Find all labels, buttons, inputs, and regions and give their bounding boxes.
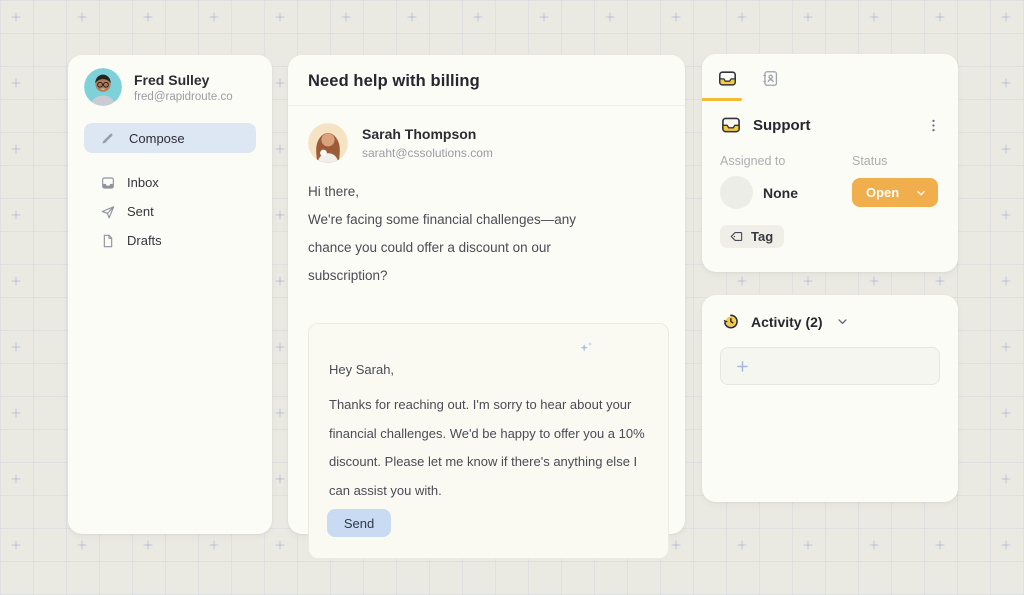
- assigned-value: None: [763, 185, 798, 201]
- mail-folders: Inbox Sent Drafts: [84, 168, 256, 255]
- sidebar-item-drafts[interactable]: Drafts: [84, 226, 256, 255]
- sender-avatar: [308, 123, 348, 163]
- status-label: Status: [852, 154, 940, 168]
- tab-contacts[interactable]: [761, 69, 780, 88]
- user-email: fred@rapidroute.co: [134, 91, 233, 103]
- sender-meta: Sarah Thompson saraht@cssolutions.com: [362, 126, 493, 160]
- tag-label: Tag: [751, 229, 773, 244]
- support-tray-icon: [720, 114, 742, 136]
- activity-panel: Activity (2): [702, 295, 958, 502]
- message-body: We're facing some financial challenges—a…: [308, 206, 622, 290]
- mail-sidebar: Fred Sulley fred@rapidroute.co Compose I…: [68, 55, 272, 534]
- status-field: Status Open: [852, 154, 940, 209]
- app-canvas: Fred Sulley fred@rapidroute.co Compose I…: [0, 0, 1024, 595]
- unassigned-avatar: [720, 176, 753, 209]
- activity-title: Activity (2): [751, 314, 823, 330]
- reply-body: Thanks for reaching out. I'm sorry to he…: [329, 391, 648, 505]
- plus-icon: [734, 358, 751, 375]
- tag-icon: [729, 229, 744, 244]
- compose-label: Compose: [129, 131, 185, 146]
- user-profile: Fred Sulley fred@rapidroute.co: [84, 68, 256, 106]
- compose-button[interactable]: Compose: [84, 123, 256, 153]
- user-name: Fred Sulley: [134, 72, 233, 88]
- sidebar-item-label: Inbox: [127, 175, 159, 190]
- message-greeting: Hi there,: [308, 178, 665, 206]
- chevron-down-icon[interactable]: [835, 314, 850, 329]
- sender-email: saraht@cssolutions.com: [362, 146, 493, 160]
- ticket-fields: Assigned to None Status Open: [702, 136, 958, 209]
- sidebar-item-inbox[interactable]: Inbox: [84, 168, 256, 197]
- assigned-label: Assigned to: [720, 154, 852, 168]
- user-avatar: [84, 68, 122, 106]
- sender-name: Sarah Thompson: [362, 126, 493, 142]
- activity-header[interactable]: Activity (2): [720, 311, 940, 332]
- inbox-icon: [100, 175, 116, 191]
- reply-greeting: Hey Sarah,: [329, 356, 648, 384]
- status-value: Open: [866, 185, 914, 200]
- thread-panel: Need help with billing Sarah Thompson: [288, 55, 685, 534]
- tab-inbox[interactable]: [717, 68, 738, 89]
- sender-row: Sarah Thompson saraht@cssolutions.com: [308, 123, 665, 163]
- pencil-icon: [100, 131, 115, 146]
- status-dropdown[interactable]: Open: [852, 178, 938, 207]
- thread-title: Need help with billing: [308, 72, 665, 91]
- paper-plane-icon: [100, 204, 116, 220]
- ticket-title: Support: [753, 117, 923, 134]
- inbox-tray-icon: [717, 68, 738, 89]
- sparkles-icon: [576, 338, 596, 358]
- user-meta: Fred Sulley fred@rapidroute.co: [134, 72, 233, 103]
- assignee-selector[interactable]: None: [720, 176, 852, 209]
- assigned-field: Assigned to None: [720, 154, 852, 209]
- ticket-details-panel: Support Assigned to None Status Open: [702, 54, 958, 272]
- tag-button[interactable]: Tag: [720, 225, 784, 248]
- history-clock-icon: [720, 311, 741, 332]
- chevron-down-icon: [914, 186, 928, 200]
- sidebar-item-sent[interactable]: Sent: [84, 197, 256, 226]
- add-activity-button[interactable]: [720, 347, 940, 385]
- send-button[interactable]: Send: [327, 509, 391, 537]
- reply-draft[interactable]: Hey Sarah, Thanks for reaching out. I'm …: [308, 323, 669, 559]
- details-tabs: [702, 54, 958, 89]
- document-icon: [100, 233, 116, 249]
- kebab-menu-icon[interactable]: [923, 115, 944, 136]
- sidebar-item-label: Sent: [127, 204, 154, 219]
- divider: [288, 105, 685, 106]
- ticket-header: Support: [702, 101, 958, 136]
- sidebar-item-label: Drafts: [127, 233, 162, 248]
- contacts-icon: [761, 69, 780, 88]
